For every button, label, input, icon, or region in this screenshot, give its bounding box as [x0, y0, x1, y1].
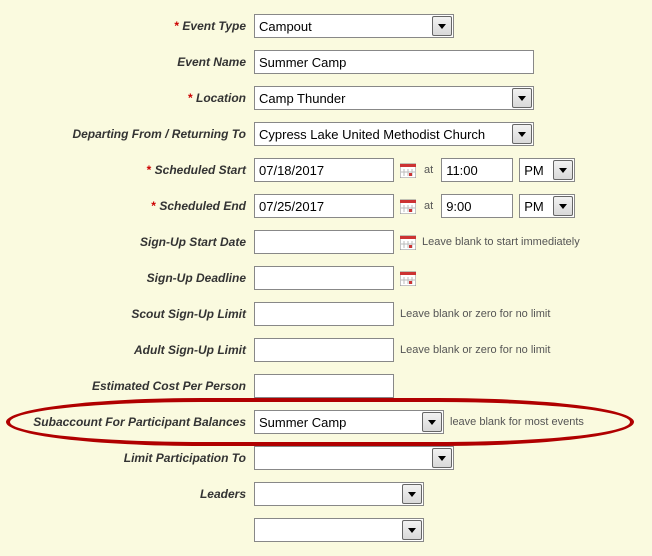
hint-signup-start: Leave blank to start immediately [422, 236, 580, 248]
leaders-select-2[interactable] [254, 518, 424, 542]
event-type-select[interactable]: Campout [254, 14, 454, 38]
sched-start-ampm-select[interactable]: PM [519, 158, 575, 182]
est-cost-input[interactable] [254, 374, 394, 398]
sched-start-date-input[interactable] [254, 158, 394, 182]
at-label: at [422, 164, 435, 176]
calendar-icon[interactable] [400, 270, 416, 286]
calendar-icon[interactable] [400, 234, 416, 250]
label-location: * Location [4, 91, 254, 105]
label-leaders: Leaders [4, 487, 254, 501]
label-signup-deadline: Sign-Up Deadline [4, 271, 254, 285]
label-event-type: * Event Type [4, 19, 254, 33]
signup-start-input[interactable] [254, 230, 394, 254]
adult-limit-input[interactable] [254, 338, 394, 362]
label-sched-end: * Scheduled End [4, 199, 254, 213]
sched-end-date-input[interactable] [254, 194, 394, 218]
sched-end-time-input[interactable] [441, 194, 513, 218]
hint-adult-limit: Leave blank or zero for no limit [400, 344, 550, 356]
label-sched-start: * Scheduled Start [4, 163, 254, 177]
at-label: at [422, 200, 435, 212]
label-subaccount: Subaccount For Participant Balances [4, 415, 254, 429]
label-est-cost: Estimated Cost Per Person [4, 379, 254, 393]
calendar-icon[interactable] [400, 162, 416, 178]
limit-to-select[interactable] [254, 446, 454, 470]
scout-limit-input[interactable] [254, 302, 394, 326]
label-limit-to: Limit Participation To [4, 451, 254, 465]
leaders-select-1[interactable] [254, 482, 424, 506]
event-name-input[interactable] [254, 50, 534, 74]
label-adult-limit: Adult Sign-Up Limit [4, 343, 254, 357]
location-select[interactable]: Camp Thunder [254, 86, 534, 110]
sched-start-time-input[interactable] [441, 158, 513, 182]
label-event-name: Event Name [4, 55, 254, 69]
label-scout-limit: Scout Sign-Up Limit [4, 307, 254, 321]
subaccount-select[interactable]: Summer Camp [254, 410, 444, 434]
hint-scout-limit: Leave blank or zero for no limit [400, 308, 550, 320]
hint-subaccount: leave blank for most events [450, 416, 584, 428]
label-signup-start: Sign-Up Start Date [4, 235, 254, 249]
label-departing: Departing From / Returning To [4, 127, 254, 141]
departing-select[interactable]: Cypress Lake United Methodist Church [254, 122, 534, 146]
sched-end-ampm-select[interactable]: PM [519, 194, 575, 218]
calendar-icon[interactable] [400, 198, 416, 214]
signup-deadline-input[interactable] [254, 266, 394, 290]
